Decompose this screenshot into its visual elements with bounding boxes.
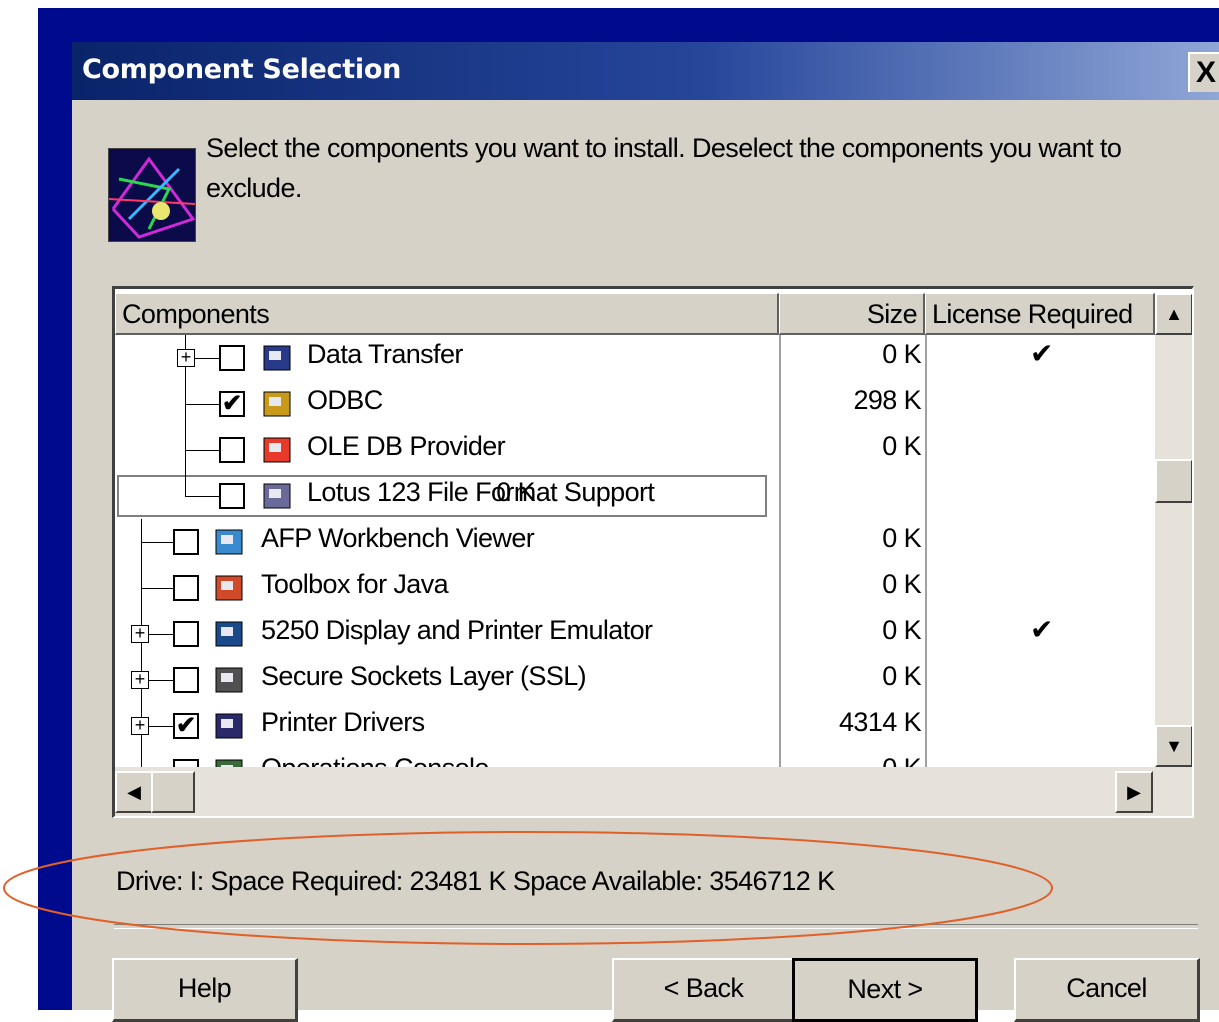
- odbc-icon: [261, 387, 295, 421]
- component-checkbox[interactable]: [219, 345, 245, 371]
- vertical-scroll-thumb[interactable]: [1155, 459, 1192, 503]
- component-row[interactable]: AFP Workbench Viewer 0 K: [115, 519, 1155, 565]
- component-label: Secure Sockets Layer (SSL): [261, 661, 587, 691]
- emulator-icon: [213, 617, 247, 651]
- tree-connector: [141, 565, 142, 611]
- instruction-text: Select the components you want to instal…: [206, 133, 1122, 203]
- component-label: Toolbox for Java: [261, 569, 449, 599]
- component-checkbox[interactable]: [173, 667, 199, 693]
- ssl-icon: [213, 663, 247, 697]
- expand-button[interactable]: +: [177, 348, 195, 367]
- component-row[interactable]: + Secure Sockets Layer (SSL) 0 K: [115, 657, 1155, 703]
- installer-network-icon: [108, 148, 196, 242]
- highlight-ellipse: [3, 831, 1053, 945]
- tree-connector: [185, 427, 186, 473]
- component-size: 0 K: [496, 477, 535, 507]
- component-size: 0 K: [882, 339, 921, 369]
- component-checkbox[interactable]: ✔: [219, 391, 245, 417]
- component-label: Data Transfer: [307, 339, 463, 369]
- java-toolbox-icon: [213, 571, 247, 605]
- expand-button[interactable]: +: [131, 670, 149, 689]
- component-row[interactable]: Lotus 123 File Format Support 0 K: [115, 473, 769, 519]
- component-label: Lotus 123 File Format Support: [307, 477, 655, 507]
- column-header-license[interactable]: License Required: [925, 293, 1155, 335]
- printer-icon: [213, 709, 247, 743]
- close-button[interactable]: X: [1188, 52, 1219, 92]
- screenshot-stage: Component Selection X Select the compone…: [0, 0, 1219, 1022]
- column-header-size[interactable]: Size: [779, 293, 925, 335]
- component-size: 0 K: [882, 615, 921, 645]
- component-checkbox[interactable]: [173, 529, 199, 555]
- scroll-left-button[interactable]: ◀: [115, 771, 153, 813]
- horizontal-scrollbar[interactable]: ◀ ▶: [115, 767, 1192, 816]
- component-checkbox[interactable]: [173, 621, 199, 647]
- component-checkbox[interactable]: [173, 575, 199, 601]
- tree-connector: [185, 450, 219, 451]
- tree-connector: [185, 404, 219, 405]
- component-row[interactable]: Toolbox for Java 0 K: [115, 565, 1155, 611]
- component-label: Printer Drivers: [261, 707, 425, 737]
- tree-connector: [185, 381, 186, 427]
- component-size: 0 K: [882, 569, 921, 599]
- tree-connector: [141, 542, 173, 543]
- component-row[interactable]: + ✔ Printer Drivers 4314 K: [115, 703, 1155, 749]
- column-header-components[interactable]: Components: [115, 293, 779, 335]
- vertical-scrollbar[interactable]: ▲ ▼: [1155, 293, 1192, 771]
- scroll-up-button[interactable]: ▲: [1155, 293, 1192, 335]
- license-check-icon: ✔: [1030, 338, 1054, 369]
- scroll-right-button[interactable]: ▶: [1115, 771, 1153, 813]
- data-transfer-icon: [261, 341, 295, 375]
- tree-connector: [185, 473, 186, 497]
- component-checkbox[interactable]: [219, 483, 245, 509]
- component-size: 0 K: [882, 431, 921, 461]
- component-size: 0 K: [882, 661, 921, 691]
- lotus-123-icon: [261, 479, 295, 513]
- scroll-down-button[interactable]: ▼: [1155, 725, 1192, 767]
- component-size: 4314 K: [839, 707, 922, 737]
- horizontal-scroll-thumb[interactable]: [151, 771, 195, 813]
- afp-viewer-icon: [213, 525, 247, 559]
- component-label: AFP Workbench Viewer: [261, 523, 535, 553]
- component-row[interactable]: ✔ ODBC 298 K: [115, 381, 1155, 427]
- window-title: Component Selection: [82, 54, 401, 85]
- component-row[interactable]: +5250 Display and Printer Emulator 0 K ✔: [115, 611, 1155, 657]
- components-tree[interactable]: Components Size License Required + Data T…: [112, 286, 1194, 818]
- tree-connector: [185, 496, 219, 497]
- component-checkbox[interactable]: ✔: [173, 713, 199, 739]
- component-row[interactable]: OLE DB Provider 0 K: [115, 427, 1155, 473]
- component-label: 5250 Display and Printer Emulator: [261, 615, 653, 645]
- expand-button[interactable]: +: [131, 624, 149, 643]
- size-column-divider: [779, 335, 781, 767]
- component-checkbox[interactable]: [219, 437, 245, 463]
- expand-button[interactable]: +: [131, 716, 149, 735]
- component-size: 0 K: [882, 523, 921, 553]
- ole-db-icon: [261, 433, 295, 467]
- tree-connector: [141, 588, 173, 589]
- component-label: ODBC: [307, 385, 383, 415]
- component-size: 298 K: [853, 385, 921, 415]
- license-column-divider: [925, 335, 927, 767]
- component-label: OLE DB Provider: [307, 431, 506, 461]
- tree-connector: [141, 519, 142, 565]
- component-row[interactable]: + Data Transfer 0 K ✔: [115, 335, 1155, 381]
- license-check-icon: ✔: [1030, 614, 1054, 645]
